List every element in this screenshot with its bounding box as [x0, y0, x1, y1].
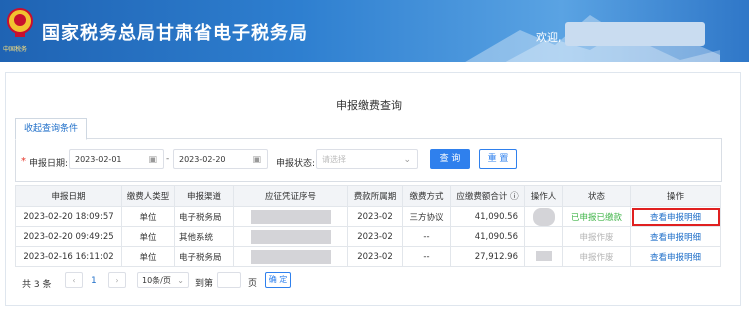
date-range-separator: -	[166, 154, 170, 164]
reset-button[interactable]: 重 置	[479, 149, 517, 169]
cell-method: 三方协议	[402, 206, 451, 227]
col-header: 申报渠道	[174, 185, 234, 207]
pager-confirm-button[interactable]: 确 定	[265, 272, 291, 288]
operator-masked	[535, 251, 552, 262]
page-size-value: 10条/页	[142, 276, 171, 285]
cell-channel: 电子税务局	[174, 206, 234, 227]
table-row: 2023-02-20 18:09:57 单位 电子税务局 2023-02 三方协…	[15, 206, 721, 227]
cell-date: 2023-02-16 16:11:02	[15, 246, 122, 267]
cell-method: --	[402, 246, 451, 267]
tax-emblem-icon	[7, 8, 33, 37]
site-header: 中国税务 国家税务总局甘肃省电子税务局 欢迎,	[0, 0, 749, 62]
chevron-down-icon: ⌄	[403, 155, 411, 165]
cell-payer-type: 单位	[121, 206, 175, 227]
user-name-masked[interactable]	[565, 22, 705, 46]
site-title: 国家税务总局甘肃省电子税务局	[42, 23, 308, 44]
voucher-masked	[250, 229, 331, 244]
cell-action: 查看申报明细	[630, 206, 721, 227]
welcome-text: 欢迎,	[536, 31, 562, 44]
pager-goto-input[interactable]	[217, 272, 241, 288]
table-header-row: 申报日期 缴费人类型 申报渠道 应征凭证序号 费款所属期 缴费方式 应缴费额合计…	[15, 185, 721, 207]
cell-channel: 电子税务局	[174, 246, 234, 267]
status-select[interactable]: 请选择 ⌄	[316, 149, 418, 169]
voucher-masked	[250, 209, 331, 224]
cell-channel: 其他系统	[174, 226, 234, 247]
calendar-icon: ▣	[148, 155, 157, 165]
cell-status: 申报作废	[562, 226, 631, 247]
col-header: 操作人	[524, 185, 563, 207]
cell-date: 2023-02-20 18:09:57	[15, 206, 122, 227]
cell-period: 2023-02	[347, 226, 403, 247]
emblem-caption: 中国税务	[3, 46, 28, 53]
cell-method: --	[402, 226, 451, 247]
calendar-icon: ▣	[252, 155, 261, 165]
date-start-value: 2023-02-01	[75, 155, 122, 164]
date-end-value: 2023-02-20	[179, 155, 226, 164]
col-header: 申报日期	[15, 185, 122, 207]
cell-voucher	[233, 246, 348, 267]
cell-operator	[524, 246, 563, 267]
cell-voucher	[233, 226, 348, 247]
cell-amount: 41,090.56	[450, 206, 525, 227]
date-label: 申报日期:	[29, 159, 69, 169]
cell-amount: 27,912.96	[450, 246, 525, 267]
cell-period: 2023-02	[347, 246, 403, 267]
col-header: 缴费方式	[402, 185, 451, 207]
cell-date: 2023-02-20 09:49:25	[15, 226, 122, 247]
page-size-select[interactable]: 10条/页 ⌄	[137, 272, 189, 288]
cell-voucher	[233, 206, 348, 227]
tab-collapse-filter[interactable]: 收起查询条件	[15, 118, 87, 140]
col-header: 应征凭证序号	[233, 185, 348, 207]
table-row: 2023-02-16 16:11:02 单位 电子税务局 2023-02 -- …	[15, 246, 721, 267]
date-end-field[interactable]: 2023-02-20 ▣	[173, 149, 268, 169]
view-detail-link[interactable]: 查看申报明细	[650, 253, 701, 263]
pager-current[interactable]: 1	[91, 276, 97, 286]
cell-payer-type: 单位	[121, 226, 175, 247]
table-row: 2023-02-20 09:49:25 单位 其他系统 2023-02 -- 4…	[15, 226, 721, 247]
chevron-down-icon: ⌄	[177, 276, 184, 285]
cell-action: 查看申报明细	[630, 246, 721, 267]
required-asterisk: *	[21, 156, 26, 167]
col-header: 应缴费额合计 ⓘ	[450, 185, 525, 207]
status-placeholder: 请选择	[322, 155, 346, 164]
next-page-button[interactable]: ›	[108, 272, 126, 288]
view-detail-link[interactable]: 查看申报明细	[650, 233, 701, 243]
pager-total: 共 3 条	[22, 280, 52, 290]
pager-goto-label: 到第	[195, 279, 214, 289]
cell-payer-type: 单位	[121, 246, 175, 267]
query-button[interactable]: 查 询	[430, 149, 470, 169]
cell-operator	[524, 226, 563, 247]
cell-amount: 41,090.56	[450, 226, 525, 247]
cell-status: 申报作废	[562, 246, 631, 267]
prev-page-button[interactable]: ‹	[65, 272, 83, 288]
col-header: 操作	[630, 185, 721, 207]
cell-period: 2023-02	[347, 206, 403, 227]
cell-status: 已申报已缴款	[562, 206, 631, 227]
cell-action: 查看申报明细	[630, 226, 721, 247]
page-title: 申报缴费查询	[336, 99, 402, 112]
col-header: 状态	[562, 185, 631, 207]
declaration-table: 申报日期 缴费人类型 申报渠道 应征凭证序号 费款所属期 缴费方式 应缴费额合计…	[15, 185, 721, 267]
view-detail-link[interactable]: 查看申报明细	[650, 213, 701, 223]
voucher-masked	[250, 249, 331, 264]
pager-page-unit: 页	[248, 279, 258, 289]
status-label: 申报状态:	[276, 159, 316, 169]
operator-masked	[532, 207, 555, 226]
date-start-field[interactable]: 2023-02-01 ▣	[69, 149, 164, 169]
col-header: 缴费人类型	[121, 185, 175, 207]
col-header: 费款所属期	[347, 185, 403, 207]
cell-operator	[524, 206, 563, 227]
